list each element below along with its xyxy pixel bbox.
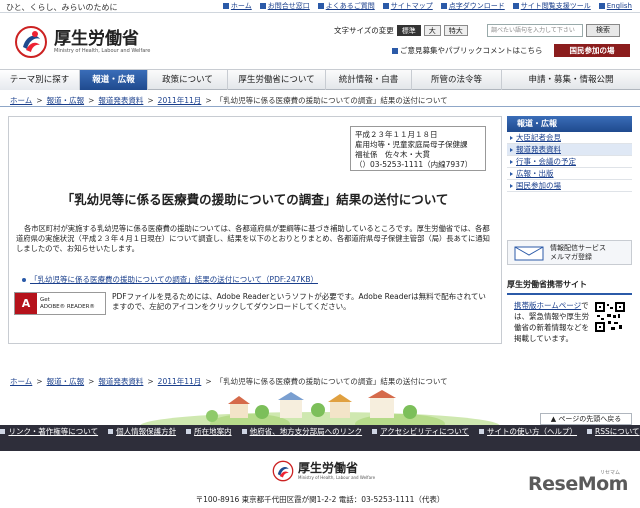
footer-address: 〒100-8916 東京都千代田区霞が関1-2-2 電話：03-5253-111… (195, 495, 445, 504)
breadcrumb-month[interactable]: 2011年11月 (158, 95, 202, 107)
bullet-icon (22, 277, 26, 282)
sender-department: 雇用均等・児童家庭局母子保健課 (355, 140, 468, 149)
footer-logo[interactable]: 厚生労働省 Ministry of Health, Labour and Wel… (272, 460, 375, 482)
page-title: 「乳幼児等に係る医療費の援助についての調査」結果の送付について (61, 192, 449, 207)
search-input[interactable]: 調べたい語句を入力して下さい (487, 24, 583, 37)
qr-code-icon (595, 302, 625, 332)
sidebar-item-press-releases[interactable]: 報道発表資料 (507, 144, 632, 156)
public-participation-button[interactable]: 国民参加の場 (554, 44, 630, 57)
pdf-link-item: 「乳幼児等に係る医療費の援助についての調査」結果の送付について（PDF:247K… (22, 274, 318, 285)
mobile-site-description: 携帯版ホームページでは、緊急情報や厚生労働省の新着情報などを掲載しています。 (514, 301, 589, 343)
mobile-site-link[interactable]: 携帯版ホームページ (514, 301, 581, 310)
accessibility-icon (512, 3, 519, 9)
utility-link-sitemap[interactable]: サイトマップ (382, 1, 433, 11)
font-size-xlarge-button[interactable]: 特大 (443, 25, 468, 36)
font-size-large-button[interactable]: 大 (423, 25, 441, 36)
mhlw-logo-icon (272, 460, 294, 482)
question-icon (317, 3, 324, 9)
font-size-switcher: 文字サイズの変更 標準 大 特大 (334, 25, 468, 36)
logo-title: 厚生労働省 (54, 29, 139, 49)
sender-phone: （）03-5253-1111（内線7937） (355, 160, 473, 169)
utility-link-faq[interactable]: よくあるご質問 (317, 1, 375, 11)
nav-press[interactable]: 報道・広報 (80, 70, 148, 90)
site-logo[interactable]: 厚生労働省 Ministry of Health, Labour and Wel… (14, 25, 150, 59)
adobe-note: PDFファイルを見るためには、Adobe Readerというソフトが必要です。A… (112, 292, 486, 311)
utility-link-contact[interactable]: お問合せ窓口 (259, 1, 310, 11)
get-adobe-reader-button[interactable]: A Get ADOBE® READER® (14, 292, 106, 315)
sidebar-item-events[interactable]: 行事・会議の予定 (507, 156, 632, 168)
mail-magazine-banner[interactable]: 情報配信サービス メルマガ登録 (507, 240, 632, 265)
nav-laws[interactable]: 所管の法令等 (412, 70, 502, 90)
sender-info: 平成２３年１１月１８日 雇用均等・児童家庭局母子保健課 福祉係 佐々木・大貫 （… (350, 126, 486, 171)
breadcrumb-press[interactable]: 報道・広報 (47, 95, 85, 107)
mhlw-logo-icon (15, 26, 47, 58)
footer-logo-title: 厚生労働省 (298, 461, 359, 475)
pdf-download-link[interactable]: 「乳幼児等に係る医療費の援助についての調査」結果の送付について（PDF:247K… (30, 274, 318, 285)
watermark-logo: ReseMom (528, 473, 628, 495)
envelope-icon (514, 246, 544, 261)
nav-statistics[interactable]: 統計情報・白書 (326, 70, 412, 90)
arrow-icon (392, 47, 398, 54)
nav-theme-search[interactable]: テーマ別に探す (0, 70, 80, 90)
sidebar: 報道・広報 大臣記者会見 報道発表資料 行事・会議の予定 広報・出版 国民参加の… (507, 116, 632, 192)
article-body: 各市区町村が実施する乳幼児等に係る医療費の援助については、各都道府県が要綱等に基… (16, 224, 490, 253)
adobe-get-label: Get (40, 296, 50, 303)
site-search: 調べたい語句を入力して下さい 検索 (487, 24, 620, 37)
sitemap-icon (382, 3, 389, 9)
utility-link-braille[interactable]: 点字ダウンロード (440, 1, 505, 11)
braille-icon (440, 3, 447, 9)
breadcrumb-home[interactable]: ホーム (10, 95, 32, 107)
up-arrow-icon: ▲ (550, 415, 557, 423)
utility-link-english[interactable]: English (598, 1, 632, 11)
sidebar-heading: 報道・広報 (507, 116, 632, 132)
logo-subtitle: Ministry of Health, Labour and Welfare (54, 48, 151, 54)
breadcrumb-press[interactable]: 報道・広報 (47, 376, 85, 388)
footer-link-copyright[interactable]: リンク・著作権等について (0, 426, 98, 437)
adobe-reader-label: ADOBE® READER® (40, 303, 95, 310)
breadcrumb-releases[interactable]: 報道発表資料 (98, 95, 143, 107)
sidebar-item-press-conference[interactable]: 大臣記者会見 (507, 132, 632, 144)
breadcrumb-home[interactable]: ホーム (10, 376, 32, 388)
utility-link-home[interactable]: ホーム (222, 1, 252, 11)
utility-link-accessibility-tool[interactable]: サイト閲覧支援ツール (512, 1, 591, 11)
tagline: ひと、くらし、みらいのために (6, 3, 118, 12)
breadcrumb: ホーム > 報道・広報 > 報道発表資料 > 2011年11月 > 「乳幼児等に係る医療… (10, 95, 448, 107)
footer-link-location[interactable]: 所在地案内 (186, 426, 232, 437)
nav-about[interactable]: 厚生労働省について (228, 70, 326, 90)
nav-applications[interactable]: 申請・募集・情報公開 (502, 70, 640, 90)
mail-icon (259, 3, 266, 9)
mobile-site-heading: 厚生労働省携帯サイト (507, 279, 632, 295)
footer-link-privacy[interactable]: 個人情報保護方針 (108, 426, 176, 437)
breadcrumb-current: 「乳幼児等に係る医療費の援助についての調査」結果の送付について (215, 96, 448, 105)
page-top-button[interactable]: ▲ ページの先頭へ戻る (540, 413, 632, 425)
nav-policy[interactable]: 政策について (148, 70, 228, 90)
sender-date: 平成２３年１１月１８日 (355, 130, 438, 139)
footer-link-rss[interactable]: RSSについて (587, 426, 640, 437)
sender-contact-person: 福祉係 佐々木・大貫 (355, 150, 430, 159)
home-icon (222, 3, 229, 9)
search-button[interactable]: 検索 (586, 24, 620, 37)
footer-link-other-ministries[interactable]: 他府省、地方支分部局へのリンク (241, 426, 362, 437)
breadcrumb-current: 「乳幼児等に係る医療費の援助についての調査」結果の送付について (215, 377, 448, 386)
footer-link-accessibility[interactable]: アクセシビリティについて (372, 426, 469, 437)
footer-logo-subtitle: Ministry of Health, Labour and Welfare (298, 475, 376, 480)
globe-icon (598, 3, 605, 9)
top-bar: ひと、くらし、みらいのために ホーム お問合せ窓口 よくあるご質問 サイトマップ… (0, 0, 640, 13)
sidebar-item-participation[interactable]: 国民参加の場 (507, 180, 632, 192)
site-header: 厚生労働省 Ministry of Health, Labour and Wel… (0, 13, 640, 69)
footer-link-help[interactable]: サイトの使い方（ヘルプ） (479, 426, 577, 437)
adobe-logo-icon: A (15, 293, 37, 314)
public-comment-link[interactable]: ご意見募集やパブリックコメントはこちら (392, 45, 543, 56)
footer-links: リンク・著作権等について 個人情報保護方針 所在地案内 他府省、地方支分部局への… (0, 426, 640, 437)
sidebar-item-publications[interactable]: 広報・出版 (507, 168, 632, 180)
utility-links: ホーム お問合せ窓口 よくあるご質問 サイトマップ 点字ダウンロード サイト閲覧… (222, 1, 632, 11)
breadcrumb-month[interactable]: 2011年11月 (158, 376, 202, 388)
font-size-standard-button[interactable]: 標準 (396, 25, 421, 36)
breadcrumb-releases[interactable]: 報道発表資料 (98, 376, 143, 388)
mail-register-label: メルマガ登録 (550, 253, 592, 261)
mail-service-label: 情報配信サービス (550, 244, 606, 252)
breadcrumb-bottom: ホーム > 報道・広報 > 報道発表資料 > 2011年11月 > 「乳幼児等に係る医療… (10, 376, 448, 388)
global-nav: テーマ別に探す 報道・広報 政策について 厚生労働省について 統計情報・白書 所… (0, 69, 640, 90)
font-size-label: 文字サイズの変更 (334, 26, 394, 35)
